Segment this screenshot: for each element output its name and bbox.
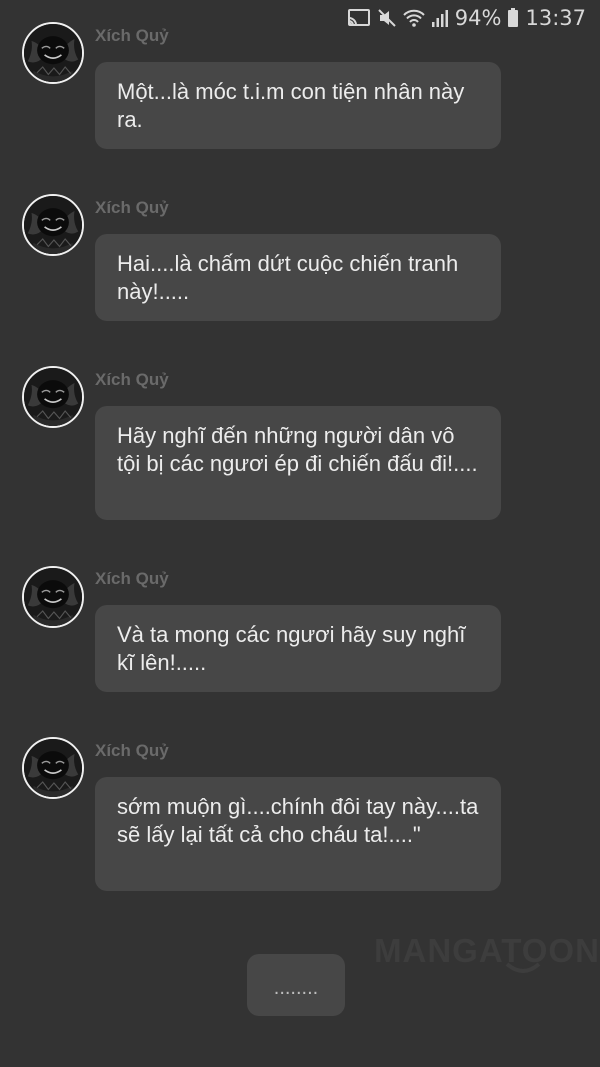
more-button[interactable]: ........ [247,954,345,1016]
signal-icon [431,8,449,28]
sender-name: Xích Quỷ [95,741,169,760]
battery-level: 94% [454,6,502,30]
status-icons: 94% 13:37 [347,6,586,30]
avatar-icon[interactable] [22,22,84,84]
sender-name: Xích Quỷ [95,569,169,588]
clock: 13:37 [525,6,586,30]
watermark: MANGATOON [374,932,600,969]
sender-name: Xích Quỷ [95,370,169,389]
sender-name: Xích Quỷ [95,198,169,217]
message-bubble: Hai....là chấm dứt cuộc chiến tranh này!… [95,234,501,321]
avatar-icon[interactable] [22,194,84,256]
wifi-icon [403,8,425,28]
message-bubble: sớm muộn gì....chính đôi tay này....ta s… [95,777,501,891]
status-bar: 94% 13:37 [0,0,600,36]
avatar-icon[interactable] [22,737,84,799]
avatar-icon[interactable] [22,366,84,428]
message-bubble: Hãy nghĩ đến những người dân vô tội bị c… [95,406,501,520]
sender-name: Xích Quỷ [95,26,169,45]
avatar-icon[interactable] [22,566,84,628]
watermark-smile-icon [505,962,541,981]
battery-icon [507,8,519,28]
cast-icon [347,8,371,28]
mute-icon [377,8,397,28]
message-bubble: Một...là móc t.i.m con tiện nhân này ra. [95,62,501,149]
message-bubble: Và ta mong các ngươi hãy suy nghĩ kĩ lên… [95,605,501,692]
